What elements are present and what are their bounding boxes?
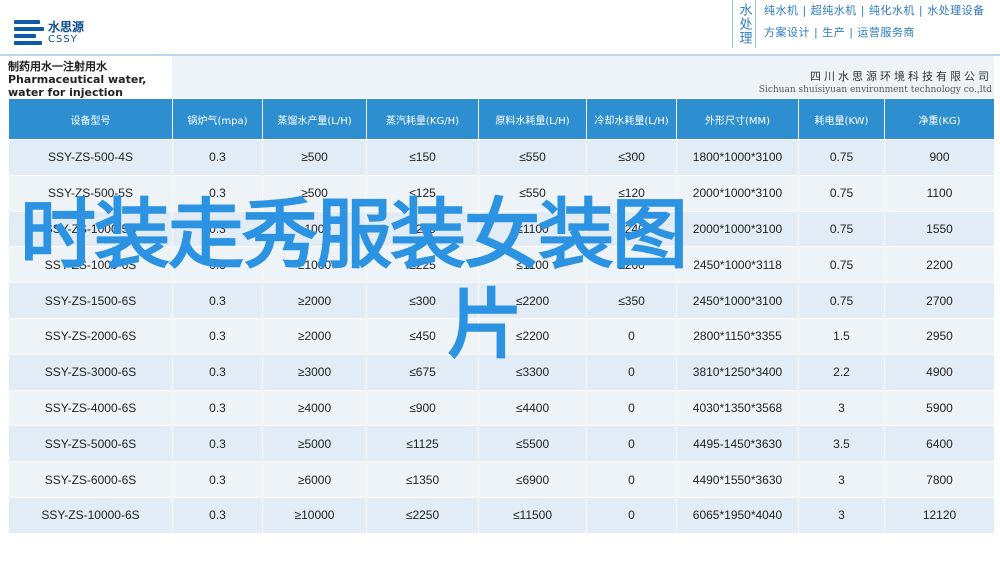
table-cell: ≤900: [366, 389, 479, 427]
table-cell: 3: [798, 461, 885, 498]
table-row: SSY-ZS-4000-6S 0.3 ≥4000 ≤900 ≤4400 0 4030*135…: [8, 389, 995, 427]
table-cell: 0.3: [172, 139, 263, 176]
column-header: 原料水耗量(L/H): [478, 98, 587, 140]
column-header: 净重(KG): [884, 98, 995, 140]
document-title-en: Pharmaceutical water, water for injectio…: [8, 73, 147, 99]
table-cell: ≥6000: [262, 461, 367, 498]
column-header: 蒸汽耗量(KG/H): [366, 98, 479, 140]
table-cell: ≥10000: [262, 496, 367, 534]
logo-name-en: CSSY: [48, 34, 78, 45]
column-header: 外形尺寸(MM): [676, 98, 799, 140]
company-logo: 水思源 CSSY: [14, 18, 84, 48]
table-cell: ≤5500: [478, 425, 587, 463]
tagline-vertical: 水处理: [732, 0, 756, 48]
table-cell: 0.3: [172, 425, 263, 463]
table-cell: 4495-1450*3630: [676, 425, 799, 463]
table-cell: SSY-ZS-4000-6S: [8, 389, 173, 427]
table-cell: SSY-ZS-500-4S: [8, 139, 173, 176]
table-cell: 0: [586, 425, 677, 463]
overlay-headline-line2: 片: [447, 280, 523, 369]
table-cell: SSY-ZS-5000-6S: [8, 425, 173, 463]
overlay-headline: 时装走秀服装女装图 片: [20, 190, 995, 370]
tagline-products: 纯水机 | 超纯水机 | 纯化水机 | 水处理设备: [764, 4, 985, 17]
table-cell: ≤150: [366, 139, 479, 176]
table-cell: 0.3: [172, 461, 263, 498]
company-name-cn: 四川水思源环境科技有限公司: [810, 70, 992, 83]
table-cell: SSY-ZS-10000-6S: [8, 496, 173, 534]
table-cell: ≤1125: [366, 425, 479, 463]
logo-name-cn: 水思源: [48, 20, 85, 34]
table-cell: 3: [798, 389, 885, 427]
table-cell: 0: [586, 389, 677, 427]
table-cell: 0.3: [172, 389, 263, 427]
table-cell: 0.3: [172, 496, 263, 534]
table-cell: ≤2250: [366, 496, 479, 534]
logo-stripes-icon: [14, 18, 44, 48]
table-cell: ≥5000: [262, 425, 367, 463]
table-row: SSY-ZS-500-4S 0.3 ≥500 ≤150 ≤550 ≤300 1800*100…: [8, 139, 995, 176]
table-cell: 5900: [884, 389, 995, 427]
table-cell: 0: [586, 461, 677, 498]
table-cell: 4030*1350*3568: [676, 389, 799, 427]
table-cell: 4490*1550*3630: [676, 461, 799, 498]
table-cell: ≤6900: [478, 461, 587, 498]
table-row: SSY-ZS-10000-6S 0.3 ≥10000 ≤2250 ≤11500 0 6065…: [8, 496, 995, 534]
table-row: SSY-ZS-5000-6S 0.3 ≥5000 ≤1125 ≤5500 0 4495-14…: [8, 425, 995, 463]
column-header: 设备型号: [8, 98, 173, 140]
table-cell: 1800*1000*3100: [676, 139, 799, 176]
table-cell: 6065*1950*4040: [676, 496, 799, 534]
tagline-services: 方案设计 | 生产 | 运营服务商: [764, 26, 915, 39]
column-header: 锅炉气(mpa): [172, 98, 263, 140]
overlay-headline-line1: 时装走秀服装女装图: [20, 190, 688, 279]
table-cell: 0: [586, 496, 677, 534]
table-cell: ≤300: [586, 139, 677, 176]
table-row: SSY-ZS-6000-6S 0.3 ≥6000 ≤1350 ≤6900 0 4490*15…: [8, 461, 995, 498]
table-cell: ≤4400: [478, 389, 587, 427]
column-header: 蒸馏水产量(L/H): [262, 98, 367, 140]
table-cell: ≥4000: [262, 389, 367, 427]
table-header-row: 设备型号 锅炉气(mpa) 蒸馏水产量(L/H) 蒸汽耗量(KG/H) 原料水耗量(L/…: [8, 98, 995, 140]
table-cell: ≤1350: [366, 461, 479, 498]
table-cell: 3: [798, 496, 885, 534]
table-cell: ≤550: [478, 139, 587, 176]
table-cell: 7800: [884, 461, 995, 498]
table-cell: 6400: [884, 425, 995, 463]
column-header: 耗电量(KW): [798, 98, 885, 140]
document-title-cn: 制药用水一注射用水: [8, 60, 107, 73]
column-header: 冷却水耗量(L/H): [586, 98, 677, 140]
company-name-en: Sichuan shuisiyuan environment technolog…: [758, 85, 992, 95]
document-title: 制药用水一注射用水 Pharmaceutical water, water fo…: [8, 60, 170, 99]
table-cell: 3.5: [798, 425, 885, 463]
table-cell: ≥500: [262, 139, 367, 176]
header-tagline: 水处理 纯水机 | 超纯水机 | 纯化水机 | 水处理设备 方案设计 | 生产 …: [732, 0, 1000, 48]
table-cell: ≤11500: [478, 496, 587, 534]
table-cell: SSY-ZS-6000-6S: [8, 461, 173, 498]
table-cell: 0.75: [798, 139, 885, 176]
table-cell: 900: [884, 139, 995, 176]
table-cell: 12120: [884, 496, 995, 534]
company-name: 四川水思源环境科技有限公司 Sichuan shuisiyuan environ…: [759, 70, 992, 96]
